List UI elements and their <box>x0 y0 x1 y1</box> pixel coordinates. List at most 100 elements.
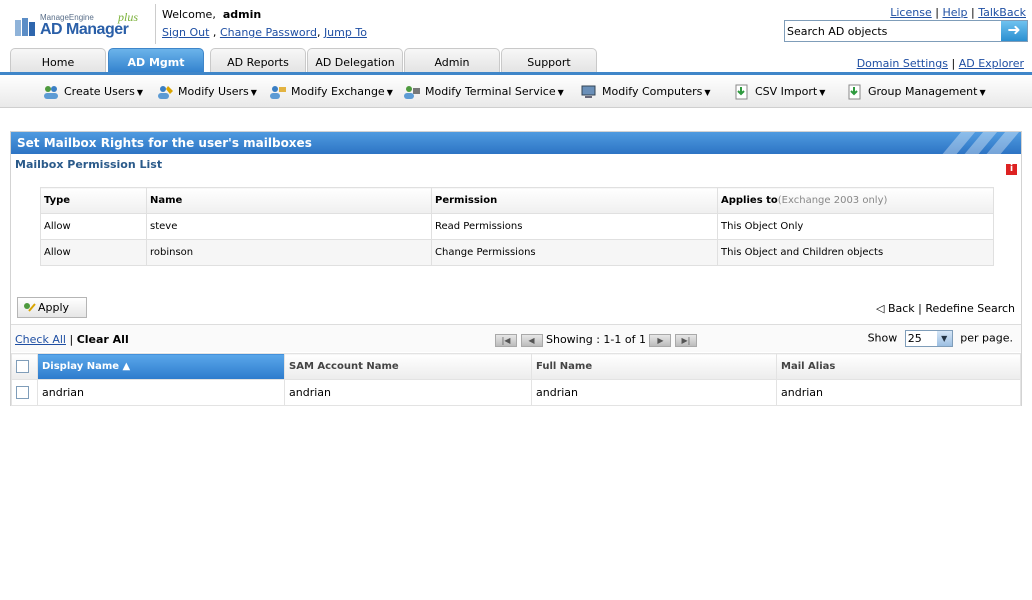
sign-out-link[interactable]: Sign Out <box>162 26 209 39</box>
col-display-name[interactable]: Display Name ▲ <box>37 353 285 380</box>
permission-list-heading: Mailbox Permission List <box>15 158 163 171</box>
cell-display-name: andrian <box>37 379 285 406</box>
apply-button[interactable]: Apply <box>17 297 87 318</box>
show-label: Show <box>867 331 898 345</box>
col-name: Name <box>146 187 432 214</box>
perm-permission: Read Permissions <box>431 213 718 240</box>
permission-row: Allow steve Read Permissions This Object… <box>40 213 994 240</box>
create-users-label: Create Users <box>64 85 135 98</box>
dropdown-caret-icon: ▼ <box>386 88 393 97</box>
modify-exchange-menu[interactable]: Modify Exchange ▼ <box>269 83 393 101</box>
license-link[interactable]: License <box>890 6 931 19</box>
tab-admin[interactable]: Admin <box>404 48 500 74</box>
dropdown-caret-icon: ▼ <box>704 88 711 97</box>
cell-mail-alias: andrian <box>776 379 1021 406</box>
tab-ad-mgmt[interactable]: AD Mgmt <box>108 48 204 74</box>
tab-right-links: Domain Settings | AD Explorer <box>856 57 1024 70</box>
chevron-down-icon: ▼ <box>936 331 952 346</box>
tab-support[interactable]: Support <box>501 48 597 74</box>
group-management-menu[interactable]: Group Management ▼ <box>846 83 986 101</box>
modify-computers-label: Modify Computers <box>602 85 703 98</box>
permission-header-row: Type Name Permission Applies to(Exchange… <box>40 187 994 214</box>
domain-settings-link[interactable]: Domain Settings <box>857 57 948 70</box>
logo-mark-icon <box>15 18 35 36</box>
per-page-select[interactable]: 25 ▼ <box>904 330 953 347</box>
cell-sam-account-name: andrian <box>284 379 532 406</box>
perm-permission: Change Permissions <box>431 239 718 266</box>
per-page-value: 25 <box>907 332 922 345</box>
col-sam-account-name[interactable]: SAM Account Name <box>284 353 532 380</box>
top-links: License | Help | TalkBack <box>890 6 1026 19</box>
modify-computers-menu[interactable]: Modify Computers ▼ <box>580 83 711 101</box>
mailbox-rights-panel: Set Mailbox Rights for the user's mailbo… <box>10 131 1022 406</box>
perm-applies-to: This Object and Children objects <box>717 239 994 266</box>
selection-links: Check All | Clear All <box>15 333 129 346</box>
list-toolbar: Check All | Clear All |◀ ◀ Showing : 1-1… <box>11 324 1021 352</box>
back-arrow-icon: ◁ <box>875 302 885 315</box>
talkback-link[interactable]: TalkBack <box>978 6 1026 19</box>
dropdown-caret-icon: ▼ <box>979 88 986 97</box>
tab-ad-reports[interactable]: AD Reports <box>210 48 306 74</box>
select-all-cell <box>11 353 38 380</box>
row-checkbox[interactable] <box>16 386 29 400</box>
applies-to-note: (Exchange 2003 only) <box>777 195 888 206</box>
modify-users-menu[interactable]: Modify Users ▼ <box>156 83 257 101</box>
ad-explorer-link[interactable]: AD Explorer <box>959 57 1024 70</box>
apply-icon <box>24 303 36 312</box>
search-go-button[interactable]: ➜ <box>1001 21 1027 41</box>
permission-table: Type Name Permission Applies to(Exchange… <box>40 187 994 266</box>
search-input[interactable] <box>787 23 999 39</box>
col-full-name[interactable]: Full Name <box>531 353 777 380</box>
header: ManageEngine AD Manager plus Welcome, ad… <box>0 0 1032 48</box>
dropdown-caret-icon: ▼ <box>557 88 564 97</box>
logo-product: AD Manager <box>40 21 129 38</box>
prev-page-button[interactable]: ◀ <box>520 333 543 347</box>
group-management-icon <box>848 84 861 100</box>
change-password-link[interactable]: Change Password <box>220 26 317 39</box>
first-page-button[interactable]: |◀ <box>495 333 517 347</box>
modify-exchange-label: Modify Exchange <box>291 85 385 98</box>
last-page-button[interactable]: ▶| <box>674 333 697 347</box>
col-mail-alias[interactable]: Mail Alias <box>776 353 1021 380</box>
next-page-button[interactable]: ▶ <box>649 333 672 347</box>
jump-to-link[interactable]: Jump To <box>324 26 367 39</box>
user-links: Sign Out , Change Password, Jump To <box>162 26 367 39</box>
header-divider <box>155 4 156 44</box>
clear-all-link[interactable]: Clear All <box>77 333 129 346</box>
arrow-right-icon: ➜ <box>1007 20 1021 39</box>
cell-full-name: andrian <box>531 379 777 406</box>
welcome-text: Welcome, admin <box>162 8 261 21</box>
pagination: |◀ ◀ Showing : 1-1 of 1 ▶ ▶| <box>495 333 697 347</box>
sort-ascending-icon: ▲ <box>122 361 131 372</box>
select-all-checkbox[interactable] <box>16 360 29 373</box>
perm-type: Allow <box>40 239 147 266</box>
back-link[interactable]: Back <box>888 302 915 315</box>
perm-name: steve <box>146 213 432 240</box>
dropdown-caret-icon: ▼ <box>136 88 144 97</box>
csv-import-menu[interactable]: CSV Import ▼ <box>733 83 825 101</box>
display-name-header: Display Name <box>42 361 120 372</box>
terminal-service-icon <box>404 86 420 99</box>
redefine-search-link[interactable]: Redefine Search <box>925 302 1015 315</box>
showing-text: Showing : 1-1 of 1 <box>546 333 646 346</box>
create-users-menu[interactable]: Create Users ▼ <box>42 83 143 101</box>
computer-icon <box>581 85 596 98</box>
col-type: Type <box>40 187 147 214</box>
tab-ad-delegation[interactable]: AD Delegation <box>307 48 403 74</box>
apply-label: Apply <box>38 301 70 314</box>
applies-to-label: Applies to <box>721 195 778 206</box>
tab-home[interactable]: Home <box>10 48 106 74</box>
help-link[interactable]: Help <box>942 6 967 19</box>
col-applies-to: Applies to(Exchange 2003 only) <box>717 187 994 214</box>
check-all-link[interactable]: Check All <box>15 333 66 346</box>
modify-terminal-service-label: Modify Terminal Service <box>425 85 556 98</box>
modify-users-label: Modify Users <box>178 85 249 98</box>
users-icon <box>44 86 58 99</box>
modify-terminal-service-menu[interactable]: Modify Terminal Service ▼ <box>403 83 564 101</box>
action-toolbar: Create Users ▼ Modify Users ▼ Modify Excha… <box>0 75 1032 108</box>
info-icon[interactable]: i <box>1006 164 1017 175</box>
welcome-prefix: Welcome, <box>162 8 216 21</box>
csv-import-label: CSV Import <box>755 85 818 98</box>
admanager-logo[interactable]: ManageEngine AD Manager plus <box>14 10 144 42</box>
logo-plus: plus <box>118 10 139 24</box>
